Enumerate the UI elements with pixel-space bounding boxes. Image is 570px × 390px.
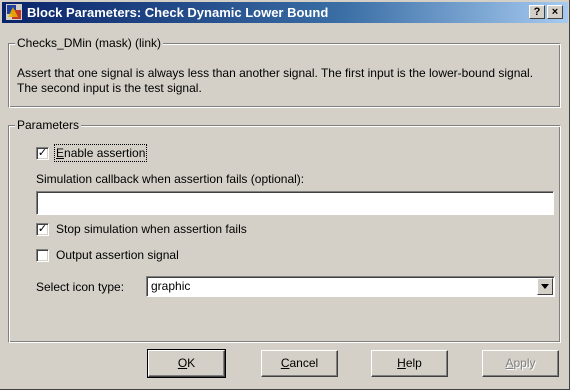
help-button[interactable]: Help [371,350,448,377]
simulink-app-icon [6,4,22,20]
parameters-group-label: Parameters [15,118,82,132]
question-icon[interactable]: ? [529,5,545,19]
chevron-down-icon[interactable] [537,278,553,295]
icon-type-label: Select icon type: [36,280,125,294]
check-icon: ✓ [37,223,48,235]
stop-simulation-label[interactable]: Stop simulation when assertion fails [56,222,247,236]
title-bar[interactable]: Block Parameters: Check Dynamic Lower Bo… [2,2,568,23]
enable-assertion-label[interactable]: Enable assertion [53,144,148,162]
callback-label: Simulation callback when assertion fails… [36,172,305,186]
callback-input[interactable] [36,191,554,215]
window-title: Block Parameters: Check Dynamic Lower Bo… [27,5,329,20]
enable-assertion-checkbox[interactable]: ✓ [36,147,49,160]
cancel-button[interactable]: Cancel [261,350,338,377]
close-icon[interactable]: × [547,5,563,19]
output-signal-label[interactable]: Output assertion signal [56,248,179,262]
block-parameters-dialog: Block Parameters: Check Dynamic Lower Bo… [0,0,570,390]
stop-simulation-checkbox[interactable]: ✓ [36,223,49,236]
check-icon: ✓ [37,147,48,159]
description-text: Assert that one signal is always less th… [17,66,534,95]
apply-button[interactable]: Apply [482,350,559,377]
description-group-label: Checks_DMin (mask) (link) [15,36,164,50]
ok-button[interactable]: OK [147,349,226,378]
icon-type-value: graphic [151,279,191,293]
output-signal-checkbox[interactable] [36,249,49,262]
icon-type-select[interactable]: graphic [146,276,555,297]
